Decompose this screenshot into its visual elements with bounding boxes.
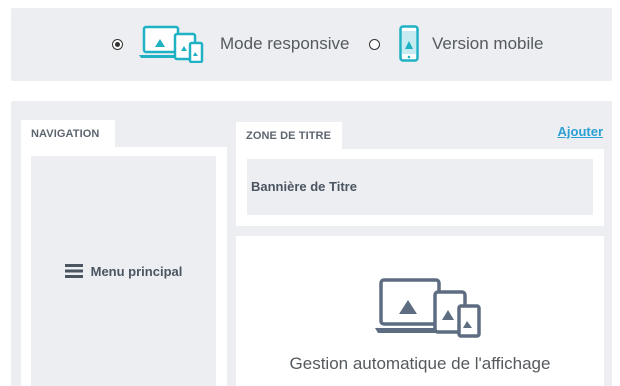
tab-navigation-label: NAVIGATION bbox=[31, 128, 100, 140]
responsive-devices-icon bbox=[139, 25, 207, 64]
auto-display-caption: Gestion automatique de l'affichage bbox=[289, 354, 551, 373]
mode-responsive-label: Mode responsive bbox=[220, 34, 350, 53]
mobile-phone-icon bbox=[399, 25, 419, 63]
main-menu-button[interactable]: Menu principal bbox=[64, 263, 183, 279]
tab-title-zone[interactable]: ZONE DE TITRE bbox=[236, 122, 342, 150]
tab-title-zone-label: ZONE DE TITRE bbox=[246, 130, 332, 142]
mode-responsive-radio[interactable] bbox=[112, 38, 123, 50]
mode-mobile-radio[interactable] bbox=[369, 38, 380, 50]
mode-mobile-option[interactable]: Version mobile bbox=[369, 25, 544, 63]
main-menu-label: Menu principal bbox=[90, 263, 183, 279]
title-banner[interactable]: Bannière de Titre bbox=[247, 159, 593, 215]
mode-mobile-label: Version mobile bbox=[432, 34, 544, 53]
navigation-column: Menu principal bbox=[21, 147, 227, 386]
navigation-zone: Menu principal bbox=[31, 156, 216, 386]
add-link[interactable]: Ajouter bbox=[558, 124, 604, 139]
display-mode-panel: Mode responsive Version mobile bbox=[11, 8, 612, 81]
responsive-devices-icon bbox=[375, 278, 483, 338]
hamburger-icon bbox=[64, 264, 83, 278]
mode-responsive-option[interactable]: Mode responsive bbox=[112, 25, 350, 64]
tab-navigation[interactable]: NAVIGATION bbox=[21, 120, 115, 148]
title-zone: Bannière de Titre bbox=[236, 149, 604, 226]
layout-panel: NAVIGATION Menu principal ZONE DE TITRE … bbox=[11, 101, 612, 386]
content-zone: Gestion automatique de l'affichage bbox=[236, 236, 604, 386]
title-banner-label: Bannière de Titre bbox=[251, 179, 357, 194]
